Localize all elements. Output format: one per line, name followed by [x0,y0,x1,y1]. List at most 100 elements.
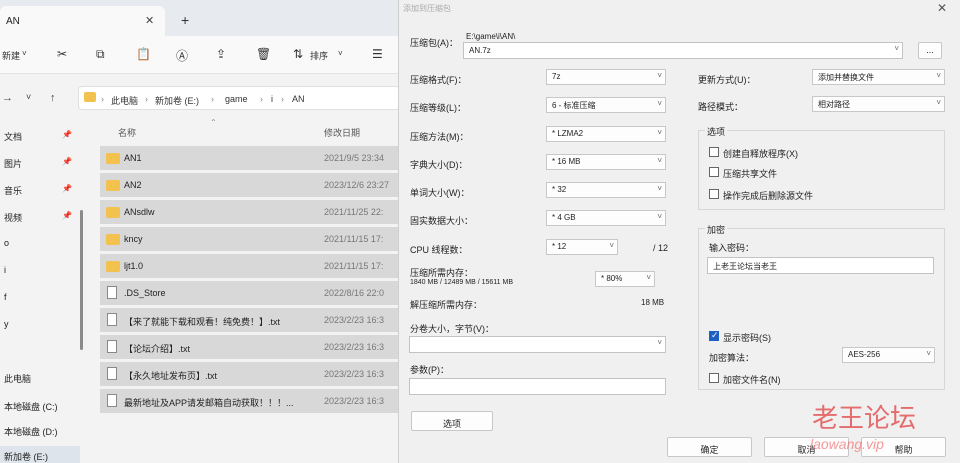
file-row[interactable]: ANsdlw 2021/11/25 22: [100,200,400,224]
delete-after-checkbox[interactable] [709,189,719,199]
watermark-url: laowang.vip [810,436,884,452]
memory-detail: 1840 MB / 12489 MB / 15611 MB [410,279,513,286]
sort-icon[interactable]: ⇅ [293,47,303,61]
copy-icon[interactable]: ⧉ [96,47,105,62]
cpu-label: CPU 线程数： [410,245,468,255]
file-row[interactable]: 【永久地址发布页】.txt 2023/2/23 16:3 [100,362,400,386]
archive-name-combo[interactable]: AN.7z ˅ [463,42,903,59]
password-label: 输入密码： [709,243,755,253]
method-select[interactable]: * LZMA2 ˅ [546,126,666,142]
format-label: 压缩格式(F)： [410,75,467,85]
file-date: 2023/2/23 16:3 [324,342,385,352]
format-select[interactable]: 7z ˅ [546,69,666,85]
sidebar-item-videos[interactable]: 视频 [4,211,22,224]
history-chevron-icon[interactable]: ˅ [26,92,31,102]
split-size-combo[interactable]: ˅ [409,336,666,353]
ok-button[interactable]: 确定 [667,437,752,457]
pin-icon: 📌 [62,184,72,193]
breadcrumb-item[interactable]: game [225,94,248,104]
word-select[interactable]: * 32 ˅ [546,182,666,198]
breadcrumb-item[interactable]: AN [292,94,305,104]
chevron-down-icon[interactable]: ˅ [22,49,27,58]
breadcrumb[interactable]: › 此电脑 › 新加卷 (E:) › game › i › AN [78,86,400,110]
new-tab-icon[interactable]: + [181,12,189,28]
folder-icon [106,261,120,272]
solid-select[interactable]: * 4 GB ˅ [546,210,666,226]
file-name: AN2 [124,180,142,190]
paste-icon[interactable]: 📋 [136,47,151,61]
sidebar-scrollbar[interactable] [80,210,83,350]
chevron-down-icon: ˅ [646,273,651,282]
level-select[interactable]: 6 - 标准压缩 ˅ [546,97,666,113]
chevron-down-icon: ˅ [657,128,662,137]
file-row[interactable]: 【来了就能下载和观看！纯免费！】.txt 2023/2/23 16:3 [100,308,400,332]
chevron-down-icon[interactable]: ˅ [338,49,343,58]
sidebar-item-pictures[interactable]: 图片 [4,157,22,170]
up-icon[interactable]: ↑ [50,92,56,104]
sidebar-item-documents[interactable]: 文档 [4,130,22,143]
new-button[interactable]: 新建 [2,49,20,62]
file-row[interactable]: 【论坛介绍】.txt 2023/2/23 16:3 [100,335,400,359]
file-row[interactable]: AN2 2023/12/6 23:27 [100,173,400,197]
file-row[interactable]: ljt1.0 2021/11/15 17: [100,254,400,278]
file-icon [107,340,117,353]
forward-icon[interactable]: → [2,92,13,104]
options-button[interactable]: 选项 [411,411,493,431]
options-group-title: 选项 [705,125,728,138]
share-icon[interactable]: ⇪ [216,47,226,61]
dict-select[interactable]: * 16 MB ˅ [546,154,666,170]
rename-icon[interactable]: Ⓐ [176,47,188,64]
sidebar-item-music[interactable]: 音乐 [4,184,22,197]
close-icon[interactable]: ✕ [937,1,947,15]
sidebar-item-y[interactable]: y [4,319,9,329]
file-row[interactable]: .DS_Store 2022/8/16 22:0 [100,281,400,305]
cpu-select[interactable]: * 12 ˅ [546,239,618,255]
encryption-method-label: 加密算法： [709,353,755,363]
password-input[interactable]: 上老王论坛当老王 [707,257,934,274]
close-tab-icon[interactable]: ✕ [145,14,154,27]
shared-checkbox[interactable] [709,167,719,177]
column-header-date[interactable]: 修改日期 [324,126,360,139]
memory-label: 压缩所需内存： [410,268,474,278]
chevron-down-icon: ˅ [657,212,662,221]
sidebar-item-i[interactable]: i [4,265,6,275]
sort-button[interactable]: 排序 [310,49,328,62]
decompress-memory-label: 解压缩所需内存： [410,300,483,310]
sidebar-item-this-pc[interactable]: 此电脑 [4,372,31,385]
sidebar-item-f[interactable]: f [4,292,7,302]
encrypt-names-checkbox[interactable] [709,373,719,383]
folder-icon [84,92,96,102]
delete-icon[interactable]: 🗑 [256,47,271,61]
sfx-checkbox[interactable] [709,147,719,157]
encryption-method-select[interactable]: AES-256 ˅ [842,347,935,363]
file-row[interactable]: AN1 2021/9/5 23:34 [100,146,400,170]
file-row[interactable]: 最新地址及APP请发邮箱自动获取！！！... 2023/2/23 16:3 [100,389,400,413]
chevron-down-icon: ˅ [926,349,931,358]
file-row[interactable]: kncy 2021/11/15 17: [100,227,400,251]
file-date: 2021/11/15 17: [324,234,384,244]
path-mode-select[interactable]: 相对路径 ˅ [812,96,945,112]
chevron-down-icon: ˅ [936,71,941,80]
breadcrumb-item[interactable]: 新加卷 (E:) [155,94,199,107]
sidebar-item-drive-d[interactable]: 本地磁盘 (D:) [4,425,58,438]
breadcrumb-item[interactable]: i [271,94,273,104]
memory-percent-select[interactable]: * 80% ˅ [595,271,655,287]
file-date: 2021/9/5 23:34 [324,153,385,163]
show-password-checkbox[interactable] [709,330,719,341]
tab-an[interactable]: AN ✕ [0,6,165,36]
breadcrumb-item[interactable]: 此电脑 [111,94,138,107]
cut-icon[interactable]: ✂ [57,47,67,61]
params-input[interactable] [409,378,666,395]
file-name: 【永久地址发布页】.txt [124,371,218,381]
tab-bar: AN ✕ + [0,0,400,36]
sidebar-item-o[interactable]: o [4,238,9,248]
sidebar-item-drive-c[interactable]: 本地磁盘 (C:) [4,400,58,413]
view-icon[interactable]: ☰ [372,47,383,61]
file-date: 2021/11/25 22: [324,207,384,217]
pin-icon: 📌 [62,157,72,166]
column-header-name[interactable]: 名称 [118,126,136,139]
update-mode-select[interactable]: 添加并替换文件 ˅ [812,69,945,85]
browse-button[interactable]: ... [918,42,942,59]
breadcrumb-separator: › [211,94,214,104]
sidebar-item-drive-e[interactable]: 新加卷 (E:) [0,446,80,463]
